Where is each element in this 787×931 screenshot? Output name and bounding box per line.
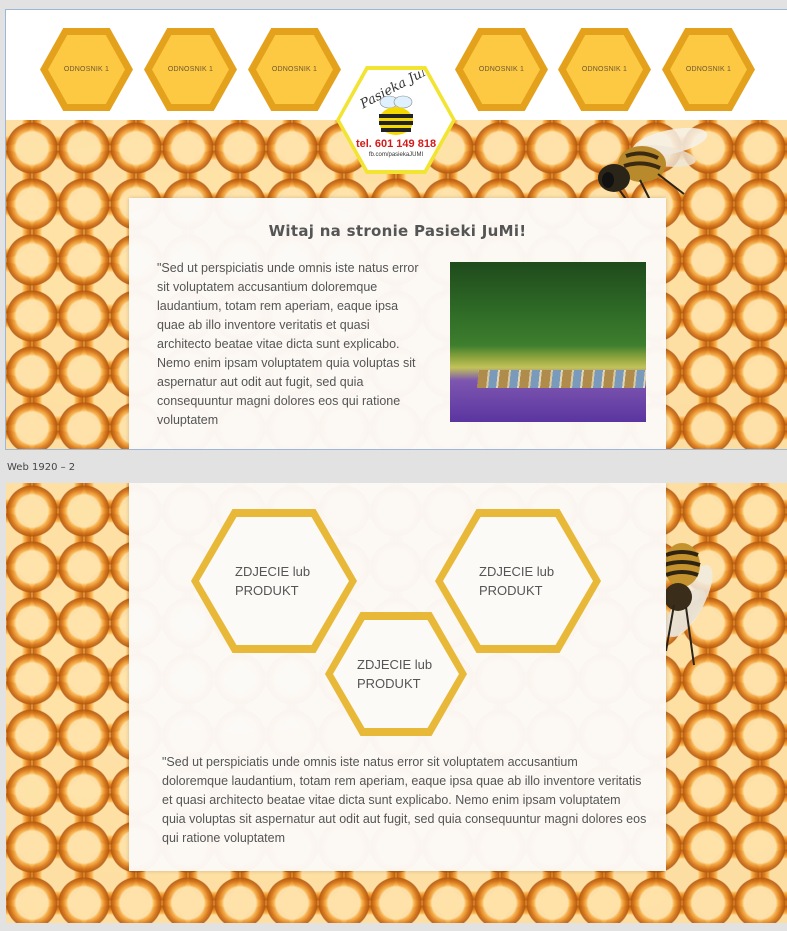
product-hex-3[interactable]: ZDJECIE lub PRODUKT (325, 612, 467, 736)
product-hex-inner: ZDJECIE lub PRODUKT (443, 517, 593, 645)
artboard-web-1920-1: ODNOSNIK 1 ODNOSNIK 1 ODNOSNIK 1 ODNOSNI… (5, 9, 787, 450)
intro-paragraph: "Sed ut perspiciatis unde omnis iste nat… (157, 261, 419, 427)
logo-phone: tel. 601 149 818 (355, 138, 437, 150)
nav-link-label: ODNOSNIK 1 (566, 35, 643, 104)
nav-link-label: ODNOSNIK 1 (48, 35, 125, 104)
nav-link-1[interactable]: ODNOSNIK 1 (40, 28, 133, 111)
nav-link-label: ODNOSNIK 1 (152, 35, 229, 104)
nav-link-4[interactable]: ODNOSNIK 1 (455, 28, 548, 111)
product-hex-1[interactable]: ZDJECIE lub PRODUKT (191, 509, 357, 653)
apiary-photo (450, 262, 646, 422)
photo-beehives (477, 370, 646, 388)
welcome-title: Witaj na stronie Pasieki JuMi! (268, 222, 527, 240)
artboard-web-1920-2: ZDJECIE lub PRODUKT ZDJECIE lub PRODUKT … (6, 483, 787, 923)
product-label: ZDJECIE lub PRODUKT (357, 657, 433, 691)
product-hex-2[interactable]: ZDJECIE lub PRODUKT (435, 509, 601, 653)
nav-link-6[interactable]: ODNOSNIK 1 (662, 28, 755, 111)
welcome-panel: Witaj na stronie Pasieki JuMi! "Sed ut p… (129, 198, 666, 449)
nav-link-label: ODNOSNIK 1 (463, 35, 540, 104)
product-label: ZDJECIE lub PRODUKT (235, 564, 311, 598)
product-hex-inner: ZDJECIE lub PRODUKT (199, 517, 349, 645)
artboard-label[interactable]: Web 1920 – 2 (7, 462, 75, 473)
nav-link-3[interactable]: ODNOSNIK 1 (248, 28, 341, 111)
nav-link-label: ODNOSNIK 1 (670, 35, 747, 104)
products-panel: ZDJECIE lub PRODUKT ZDJECIE lub PRODUKT … (129, 483, 666, 871)
bee-logo-icon (379, 95, 413, 135)
nav-link-label: ODNOSNIK 1 (256, 35, 333, 104)
product-label: ZDJECIE lub PRODUKT (479, 564, 555, 598)
logo-fb-link: fb.com/pasiekaJUMI (368, 152, 424, 158)
product-hex-inner: ZDJECIE lub PRODUKT (333, 620, 459, 728)
nav-link-2[interactable]: ODNOSNIK 1 (144, 28, 237, 111)
bottom-paragraph: "Sed ut perspiciatis unde omnis iste nat… (162, 755, 647, 845)
nav-link-5[interactable]: ODNOSNIK 1 (558, 28, 651, 111)
logo-inner: Pasieka JuMi tel. 601 149 818 fb.com/pas… (340, 70, 452, 170)
bee-icon (598, 127, 708, 203)
